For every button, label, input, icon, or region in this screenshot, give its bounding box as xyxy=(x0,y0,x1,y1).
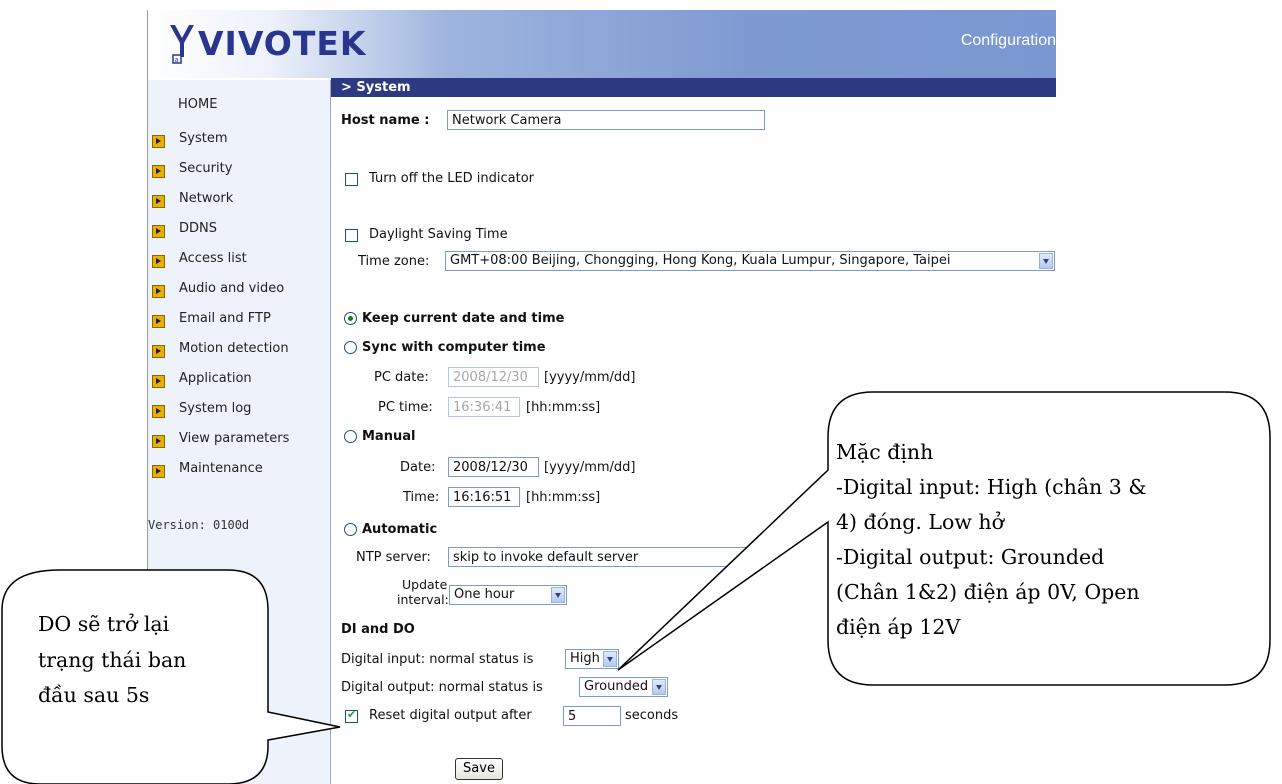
callout-shapes xyxy=(1,391,1271,784)
callout-right-line-5: (Chân 1&2) điện áp 0V, Open xyxy=(836,580,1140,604)
callout-right-line-2: -Digital input: High (chân 3 & xyxy=(836,475,1147,499)
callout-right-line-4: -Digital output: Grounded xyxy=(836,545,1105,569)
callout-left-line-1: DO sẽ trở lại xyxy=(38,612,170,636)
callout-left-shape xyxy=(1,569,341,784)
callout-left-line-3: đầu sau 5s xyxy=(38,683,150,707)
callout-right-line-6: điện áp 12V xyxy=(836,615,961,639)
callout-right-line-3: 4) đóng. Low hở xyxy=(836,510,1004,534)
callout-left-line-2: trạng thái ban xyxy=(38,648,187,672)
callout-right-line-1: Mặc định xyxy=(836,440,934,464)
